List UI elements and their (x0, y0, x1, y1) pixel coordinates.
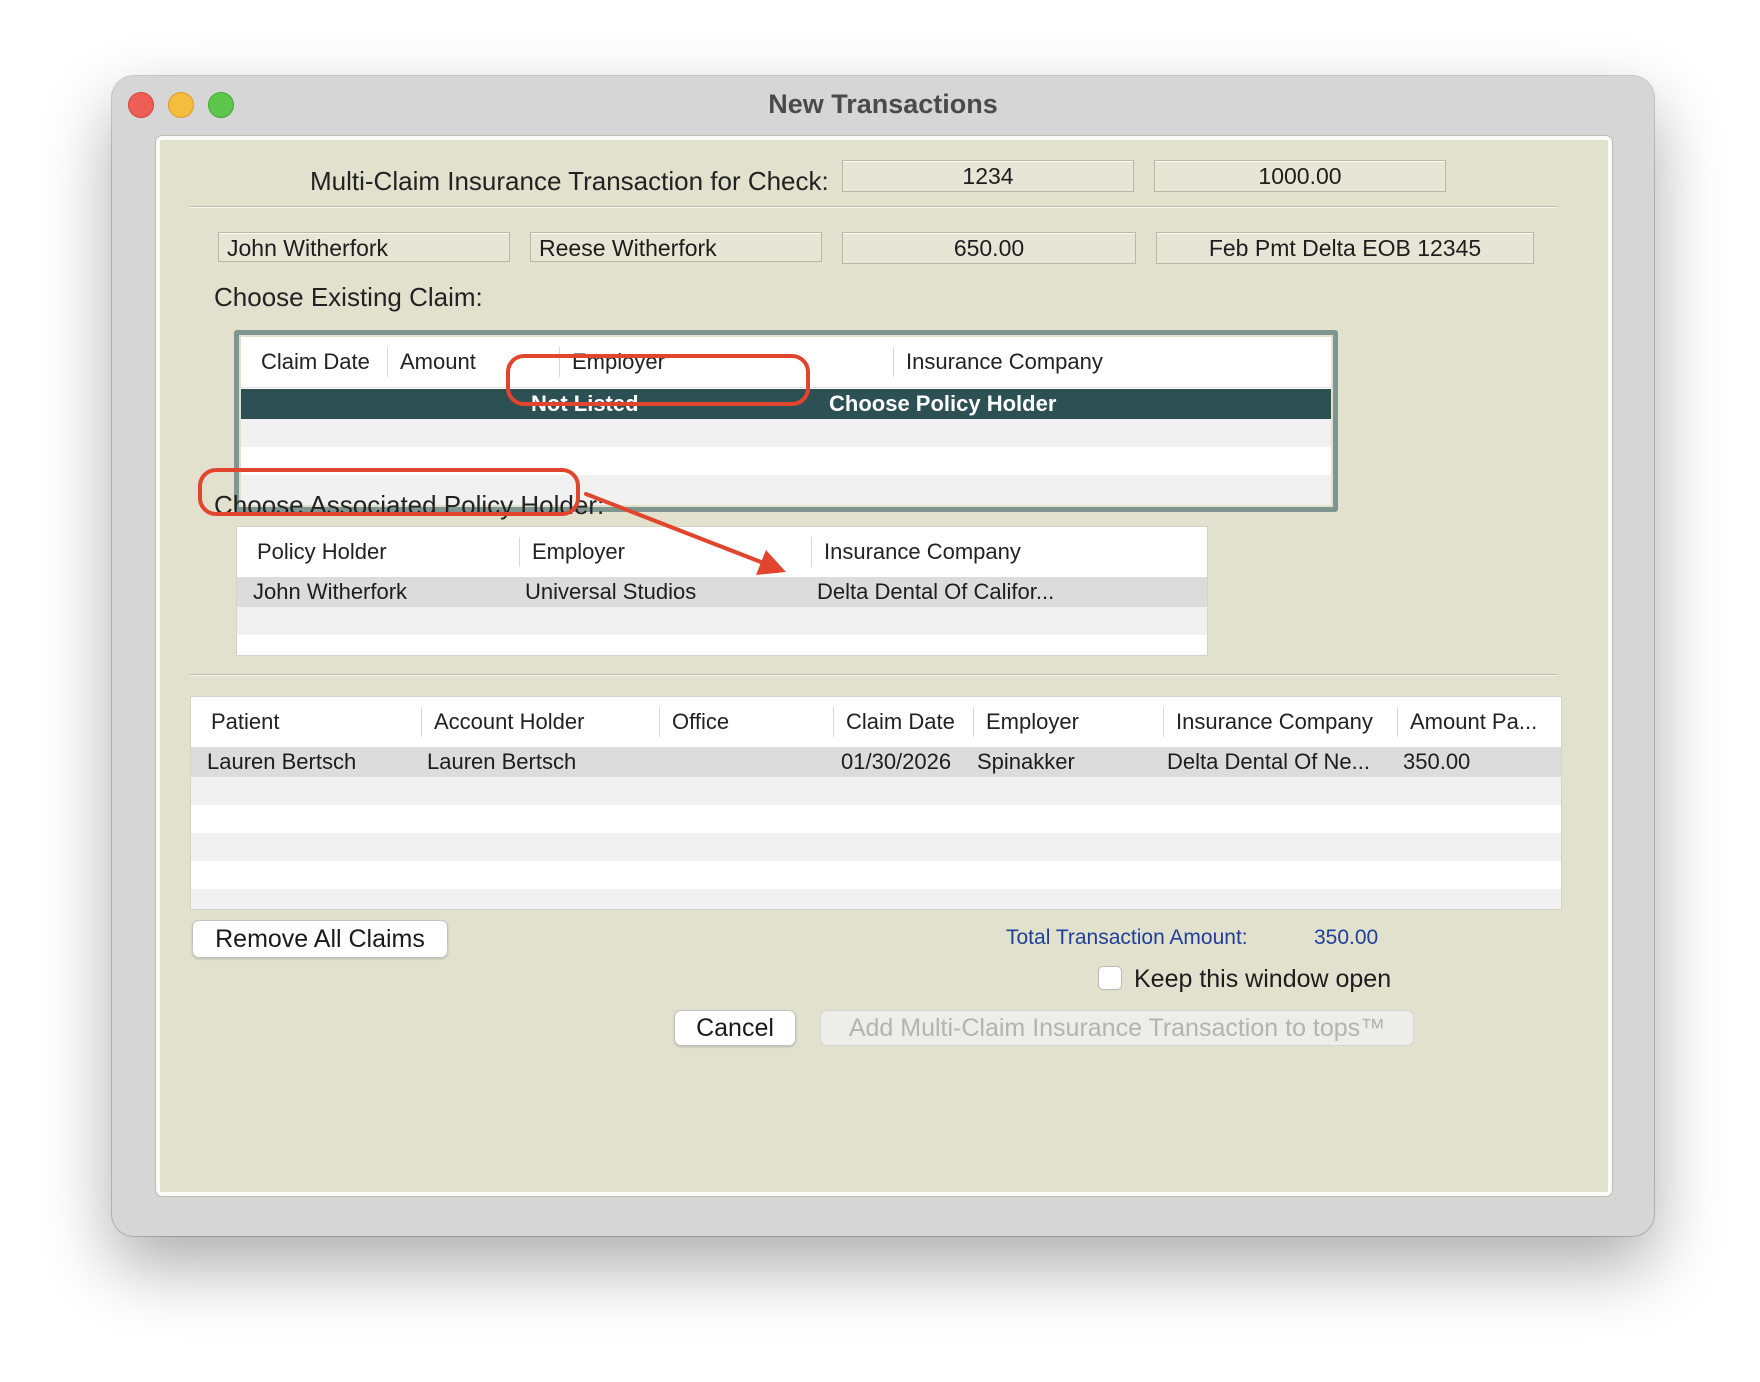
table-row (191, 833, 1561, 861)
policy-holder-insurance-cell: Delta Dental Of Califor... (817, 579, 1055, 604)
column-header-claim-date[interactable]: Claim Date (249, 337, 397, 387)
amount-field[interactable]: 650.00 (842, 232, 1136, 264)
column-header-patient[interactable]: Patient (199, 697, 423, 747)
table-row (191, 889, 1561, 909)
patient-field[interactable]: Reese Witherfork (530, 232, 822, 262)
highlight-not-listed (506, 354, 810, 406)
table-row[interactable]: Lauren Bertsch Lauren Bertsch 01/30/2026… (191, 747, 1561, 777)
check-amount-field[interactable]: 1000.00 (1154, 160, 1446, 192)
table-row (237, 635, 1207, 655)
added-claims-table[interactable]: Patient Account Holder Office Claim Date… (190, 696, 1562, 910)
middle-separator (190, 674, 1558, 676)
window-title: New Transactions (768, 89, 998, 119)
column-header-account-holder[interactable]: Account Holder (421, 707, 659, 737)
claim-employer-cell: Spinakker (977, 749, 1075, 774)
column-header-policy-holder[interactable]: Policy Holder (245, 527, 521, 577)
column-header-insurance-company[interactable]: Insurance Company (1163, 707, 1399, 737)
multi-claim-header-label: Multi-Claim Insurance Transaction for Ch… (310, 166, 829, 196)
policy-holder-name-cell: John Witherfork (253, 579, 408, 604)
check-number-field[interactable]: 1234 (842, 160, 1134, 192)
table-row (191, 805, 1561, 833)
column-header-employer[interactable]: Employer (973, 707, 1163, 737)
column-header-insurance-company[interactable]: Insurance Company (893, 347, 1271, 377)
highlight-policy-holder-label (198, 468, 580, 516)
total-transaction-value: 350.00 (1314, 926, 1379, 949)
table-row (191, 861, 1561, 889)
column-header-office[interactable]: Office (659, 707, 833, 737)
claim-insurance-cell: Delta Dental Of Ne... (1167, 749, 1370, 774)
total-transaction-label: Total Transaction Amount: (1006, 926, 1248, 949)
keep-window-open-checkbox[interactable] (1098, 966, 1122, 990)
remove-all-claims-button[interactable]: Remove All Claims (192, 920, 448, 958)
claim-account-holder-cell: Lauren Bertsch (427, 749, 577, 774)
choose-existing-claim-label: Choose Existing Claim: (214, 282, 483, 312)
cancel-button[interactable]: Cancel (674, 1010, 796, 1046)
keep-window-open-label: Keep this window open (1134, 965, 1392, 993)
column-header-claim-date[interactable]: Claim Date (833, 707, 973, 737)
claim-insurance-cell: Choose Policy Holder (829, 391, 1057, 416)
column-header-amount-paid[interactable]: Amount Pa... (1397, 707, 1561, 737)
memo-field[interactable]: Feb Pmt Delta EOB 12345 (1156, 232, 1534, 264)
claim-patient-cell: Lauren Bertsch (207, 749, 357, 774)
transaction-panel: Multi-Claim Insurance Transaction for Ch… (156, 136, 1612, 1196)
new-transactions-window: New Transactions Multi-Claim Insurance T… (112, 76, 1654, 1236)
table-row (237, 607, 1207, 635)
column-header-insurance-company[interactable]: Insurance Company (811, 537, 1059, 567)
table-row (191, 777, 1561, 805)
annotation-arrow-icon (584, 492, 786, 575)
claim-amount-paid-cell: 350.00 (1403, 749, 1471, 774)
account-holder-field[interactable]: John Witherfork (218, 232, 510, 262)
claim-date-cell: 01/30/2026 (841, 749, 952, 774)
header-separator (190, 206, 1558, 208)
added-claims-table-header: Patient Account Holder Office Claim Date… (191, 697, 1561, 748)
add-transaction-button[interactable]: Add Multi-Claim Insurance Transaction to… (820, 1010, 1414, 1046)
table-row (241, 419, 1331, 447)
